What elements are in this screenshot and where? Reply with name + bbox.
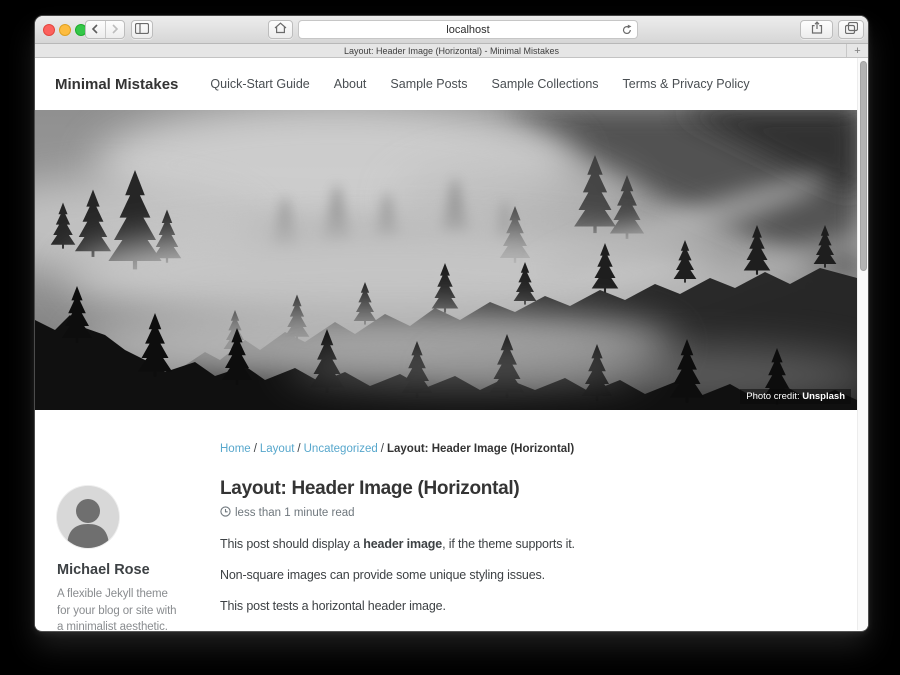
nav-link-sample-posts[interactable]: Sample Posts — [390, 77, 467, 91]
breadcrumb-separator: / — [378, 443, 387, 455]
read-time: less than 1 minute read — [235, 507, 355, 519]
post-main: Home/Layout/Uncategorized/Layout: Header… — [220, 410, 857, 630]
site-title-link[interactable]: Minimal Mistakes — [55, 76, 178, 93]
browser-window: localhost Layout: Header Image (Horizont… — [35, 16, 868, 631]
tab-bar: Layout: Header Image (Horizontal) - Mini… — [35, 44, 868, 58]
breadcrumb-current: Layout: Header Image (Horizontal) — [387, 443, 574, 455]
paragraph-3: This post tests a horizontal header imag… — [220, 599, 833, 613]
browser-toolbar: localhost — [35, 16, 868, 44]
post-layout: Michael Rose A flexible Jekyll theme for… — [35, 410, 857, 630]
post-body: This post should display a header image,… — [220, 537, 833, 613]
new-tab-button[interactable]: + — [846, 44, 868, 57]
reload-icon[interactable] — [621, 23, 633, 40]
nav-link-quick-start-guide[interactable]: Quick-Start Guide — [210, 77, 309, 91]
breadcrumb: Home/Layout/Uncategorized/Layout: Header… — [220, 443, 833, 455]
photo-credit: Photo credit: Unsplash — [740, 389, 851, 404]
sidebar-toggle-button[interactable] — [131, 20, 153, 39]
author-sidebar: Michael Rose A flexible Jekyll theme for… — [35, 410, 220, 630]
sidebar-icon — [135, 21, 149, 39]
home-icon — [274, 21, 287, 39]
chevron-left-icon — [91, 21, 99, 39]
tabs-overview-icon — [845, 21, 858, 39]
post-meta: less than 1 minute read — [220, 506, 833, 520]
share-icon — [811, 21, 823, 39]
page-content: Minimal Mistakes Quick-Start Guide About… — [35, 58, 868, 630]
site-masthead: Minimal Mistakes Quick-Start Guide About… — [35, 58, 868, 110]
breadcrumb-separator: / — [294, 443, 303, 455]
show-all-tabs-button[interactable] — [838, 20, 864, 39]
paragraph-1-text-after: , if the theme supports it. — [442, 537, 575, 551]
person-silhouette-icon — [57, 486, 119, 548]
share-button[interactable] — [800, 20, 833, 39]
avatar — [57, 486, 119, 548]
scrollbar-track[interactable] — [857, 58, 868, 630]
scrollbar-thumb[interactable] — [860, 61, 867, 271]
nav-link-about[interactable]: About — [334, 77, 367, 91]
close-window-button[interactable] — [43, 24, 55, 36]
photo-credit-link[interactable]: Unsplash — [802, 391, 845, 402]
paragraph-2: Non-square images can provide some uniqu… — [220, 568, 833, 582]
breadcrumb-uncategorized-link[interactable]: Uncategorized — [304, 443, 378, 455]
nav-link-terms-privacy[interactable]: Terms & Privacy Policy — [623, 77, 750, 91]
header-image: Photo credit: Unsplash — [35, 110, 857, 410]
chevron-right-icon — [111, 21, 119, 39]
author-name: Michael Rose — [57, 562, 220, 578]
paragraph-1-bold: header image — [363, 537, 442, 551]
minimize-window-button[interactable] — [59, 24, 71, 36]
breadcrumb-separator: / — [251, 443, 260, 455]
address-bar[interactable]: localhost — [298, 20, 638, 39]
site-nav: Quick-Start Guide About Sample Posts Sam… — [210, 77, 749, 91]
home-button[interactable] — [268, 20, 293, 39]
forward-button[interactable] — [106, 21, 125, 38]
clock-icon — [220, 506, 231, 520]
author-bio: A flexible Jekyll theme for your blog or… — [57, 586, 179, 630]
paragraph-1-text: This post should display a — [220, 537, 363, 551]
history-nav-group — [85, 20, 125, 39]
photo-credit-label: Photo credit: — [746, 391, 802, 402]
back-button[interactable] — [86, 21, 106, 38]
nav-link-sample-collections[interactable]: Sample Collections — [492, 77, 599, 91]
paragraph-1: This post should display a header image,… — [220, 537, 833, 551]
active-tab[interactable]: Layout: Header Image (Horizontal) - Mini… — [344, 46, 559, 56]
foggy-forest-illustration — [35, 110, 857, 410]
breadcrumb-layout-link[interactable]: Layout — [260, 443, 295, 455]
breadcrumb-home-link[interactable]: Home — [220, 443, 251, 455]
page-title: Layout: Header Image (Horizontal) — [220, 478, 833, 500]
url-text: localhost — [446, 24, 489, 36]
